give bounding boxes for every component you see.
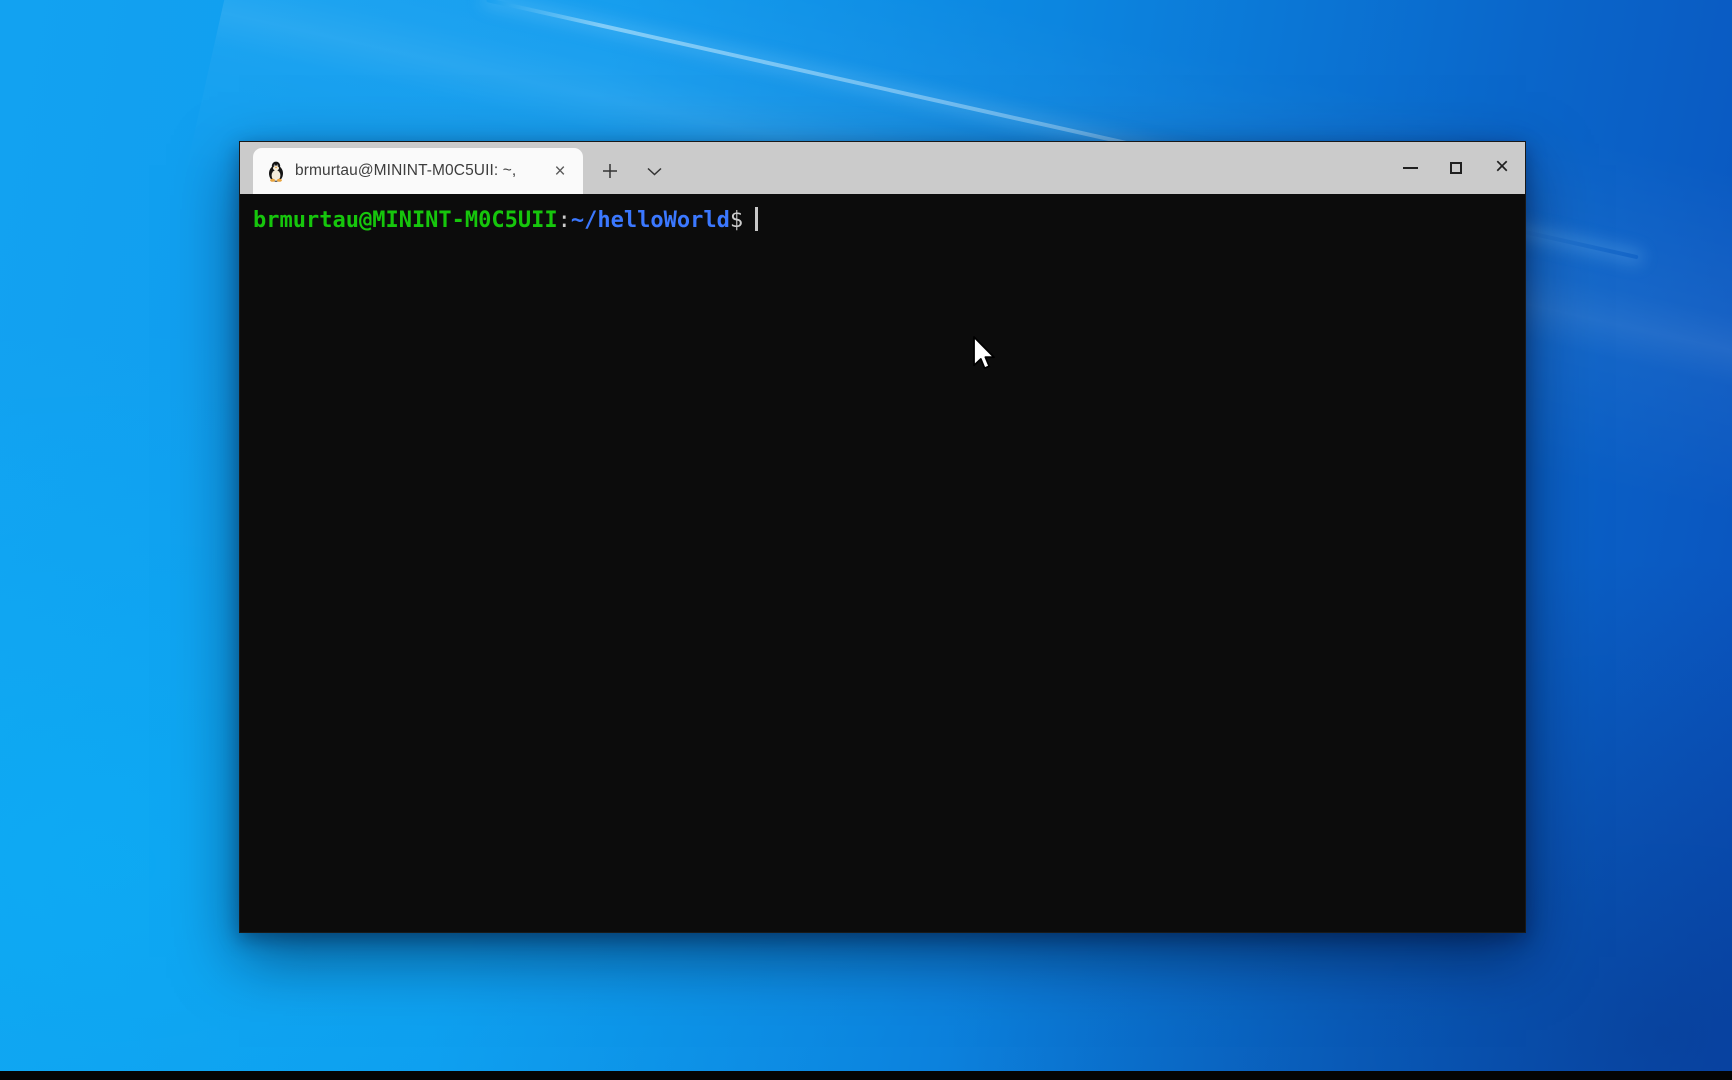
minimize-icon bbox=[1403, 167, 1418, 169]
terminal-window: brmurtau@MININT-M0C5UII: ~, × bbox=[239, 141, 1526, 933]
window-controls: × bbox=[1387, 142, 1525, 194]
plus-icon bbox=[602, 163, 618, 179]
close-icon: × bbox=[1495, 155, 1509, 179]
maximize-icon bbox=[1450, 162, 1462, 174]
desktop: brmurtau@MININT-M0C5UII: ~, × bbox=[0, 0, 1732, 1080]
prompt-path: ~/helloWorld bbox=[571, 208, 730, 233]
prompt-user-host: brmurtau@MININT-M0C5UII bbox=[253, 208, 558, 233]
text-cursor bbox=[755, 207, 758, 231]
linux-tux-icon bbox=[267, 161, 285, 182]
close-button[interactable]: × bbox=[1479, 142, 1525, 194]
tab-dropdown-button[interactable] bbox=[639, 148, 669, 194]
prompt-colon: : bbox=[558, 208, 571, 233]
prompt-line: brmurtau@MININT-M0C5UII:~/helloWorld$ bbox=[253, 207, 1517, 234]
terminal-tab[interactable]: brmurtau@MININT-M0C5UII: ~, × bbox=[253, 148, 583, 194]
tab-close-icon[interactable]: × bbox=[549, 160, 571, 182]
terminal-content[interactable]: brmurtau@MININT-M0C5UII:~/helloWorld$ bbox=[240, 194, 1525, 932]
title-bar[interactable]: brmurtau@MININT-M0C5UII: ~, × bbox=[240, 142, 1525, 194]
tab-title: brmurtau@MININT-M0C5UII: ~, bbox=[295, 162, 539, 180]
chevron-down-icon bbox=[647, 167, 662, 176]
maximize-button[interactable] bbox=[1433, 142, 1479, 194]
minimize-button[interactable] bbox=[1387, 142, 1433, 194]
prompt-symbol: $ bbox=[730, 208, 743, 233]
screen-bottom-strip bbox=[0, 1071, 1732, 1080]
new-tab-button[interactable] bbox=[595, 148, 625, 194]
